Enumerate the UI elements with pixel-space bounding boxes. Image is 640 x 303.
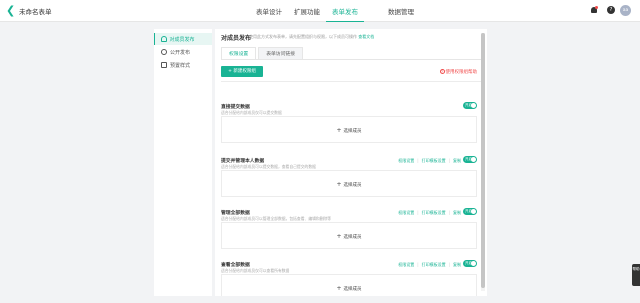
sidebar-item-label: 公开发布	[170, 49, 191, 56]
member-box: + 选择成员	[221, 116, 477, 143]
plus-icon: +	[336, 127, 342, 134]
sidebar-item-preset-style[interactable]: 预置样式	[154, 59, 212, 71]
member-box: + 选择成员	[221, 222, 477, 249]
divider	[221, 81, 483, 82]
copy-link[interactable]: 复制	[453, 262, 461, 268]
top-nav: 表单设计 扩展功能 表单发布 数据管理	[250, 0, 420, 22]
permission-actions: 权限设置 | 打印模板设置 | 复制	[398, 210, 461, 216]
question-icon: ?	[439, 69, 445, 74]
print-template-link[interactable]: 打印模板设置	[422, 210, 446, 216]
permission-group: 直接提交数据 适合分配给内部成员仅可以提交数据 开启 + 选择成员	[221, 102, 483, 155]
help-icon[interactable]: ?	[607, 6, 615, 14]
permission-help-link[interactable]: ? 使用权限组帮助	[439, 69, 477, 75]
bell-icon[interactable]	[590, 6, 599, 15]
globe-icon	[161, 49, 167, 55]
sidebar-item-member-publish[interactable]: 对成员发布	[154, 33, 212, 45]
permission-actions: 权限设置 | 打印模板设置 | 复制	[398, 262, 461, 268]
page-description: 使用此方式发布表单，请先配置组织与权限，以下成员可操作 查看文档	[249, 34, 375, 39]
permission-actions: 权限设置 | 打印模板设置 | 复制	[398, 158, 461, 164]
sidebar-item-label: 对成员发布	[169, 36, 195, 43]
permission-title: 查看全部数据	[221, 263, 250, 268]
permission-toggle[interactable]: 开启	[463, 208, 477, 215]
nav-form-publish[interactable]: 表单发布	[326, 0, 364, 22]
permission-settings-link[interactable]: 权限设置	[398, 158, 414, 164]
page-title: 对成员发布	[221, 35, 252, 42]
tabs-divider	[221, 59, 483, 60]
nav-data-management[interactable]: 数据管理	[382, 0, 420, 22]
permission-title: 直接提交数据	[221, 105, 250, 110]
member-box: + 选择成员	[221, 170, 477, 197]
plus-icon: +	[336, 181, 342, 188]
form-name[interactable]: 未命名表单	[19, 6, 52, 16]
back-arrow-icon[interactable]: ❮	[6, 5, 16, 17]
select-member-button[interactable]: + 选择成员	[222, 285, 476, 292]
select-member-button[interactable]: + 选择成员	[222, 181, 476, 188]
print-template-link[interactable]: 打印模板设置	[422, 158, 446, 164]
publish-sidebar: 对成员发布 公开发布 预置样式	[154, 29, 212, 296]
permission-toggle[interactable]: 开启	[463, 102, 477, 109]
nav-extensions[interactable]: 扩展功能	[288, 0, 326, 22]
scrollbar-thumb[interactable]	[481, 33, 485, 288]
permission-toggle[interactable]: 开启	[463, 156, 477, 163]
permission-group: 管理全部数据 适合分配给内部成员可以管理全部数据，包括查看、编辑和删除等 权限设…	[221, 208, 483, 261]
avatar[interactable]: aa	[620, 5, 631, 16]
select-member-button[interactable]: + 选择成员	[222, 233, 476, 240]
main-scrollbar[interactable]	[481, 33, 485, 291]
sidebar-item-public-publish[interactable]: 公开发布	[154, 46, 212, 58]
member-box: + 选择成员	[221, 274, 477, 296]
copy-link[interactable]: 复制	[453, 210, 461, 216]
main-panel: 对成员发布 使用此方式发布表单，请先配置组织与权限，以下成员可操作 查看文档 权…	[215, 29, 487, 296]
plus-icon: +	[336, 285, 342, 292]
permission-title: 提交并管理本人数据	[221, 159, 265, 164]
permission-title: 管理全部数据	[221, 211, 250, 216]
select-member-button[interactable]: + 选择成员	[222, 127, 476, 134]
doc-link[interactable]: 查看文档	[358, 34, 374, 39]
plus-icon: +	[336, 233, 342, 240]
permission-group: 查看全部数据 适合分配给内部成员仅可以查看所有数据 权限设置 | 打印模板设置 | …	[221, 260, 483, 296]
print-template-link[interactable]: 打印模板设置	[422, 262, 446, 268]
copy-link[interactable]: 复制	[453, 158, 461, 164]
floating-help-badge[interactable]: 帮助	[632, 264, 640, 286]
nav-form-design[interactable]: 表单设计	[250, 0, 288, 22]
permission-group: 提交并管理本人数据 适合分配给内部成员可以提交数据，查看自己提交的数据 权限设置…	[221, 156, 483, 209]
top-header: ❮ 未命名表单 表单设计 扩展功能 表单发布 数据管理 ? aa	[0, 0, 640, 22]
add-permission-group-button[interactable]: + 新建权限组	[221, 66, 263, 77]
sidebar-item-label: 预置样式	[170, 62, 191, 69]
user-icon	[160, 36, 167, 42]
permission-toggle[interactable]: 开启	[463, 260, 477, 267]
permission-settings-link[interactable]: 权限设置	[398, 262, 414, 268]
page-icon	[161, 62, 167, 68]
permission-settings-link[interactable]: 权限设置	[398, 210, 414, 216]
